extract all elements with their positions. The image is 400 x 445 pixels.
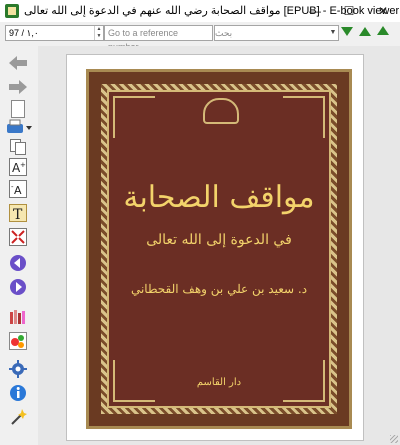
book-page: مواقف الصحابة في الدعوة إلى الله تعالى د… [66, 54, 364, 441]
forward-arrow-icon[interactable] [9, 78, 27, 96]
app-book-icon [5, 4, 19, 18]
toc-icon[interactable] [9, 332, 27, 350]
chevron-down-icon[interactable]: ▼ [328, 26, 338, 40]
search-placeholder: بحث [215, 28, 233, 38]
top-ornament [203, 98, 239, 124]
library-icon[interactable] [9, 308, 27, 326]
wand-icon[interactable] [9, 408, 27, 426]
reader-area[interactable]: مواقف الصحابة في الدعوة إلى الله تعالى د… [38, 46, 400, 445]
copy-icon[interactable] [9, 138, 27, 156]
find-next-icon[interactable] [341, 27, 353, 36]
close-button[interactable]: ✕ [366, 0, 400, 22]
info-icon[interactable] [9, 384, 27, 402]
spin-arrows-icon[interactable]: ▲ ▼ [94, 26, 103, 40]
corner-ornament [283, 96, 325, 138]
svg-text:T: T [13, 207, 23, 222]
cover-title: مواقف الصحابة [123, 180, 315, 215]
font-smaller-icon[interactable]: A- [9, 180, 27, 198]
resize-grip[interactable] [390, 435, 398, 443]
print-icon[interactable] [6, 118, 32, 136]
title-bar: مواقف الصحابة رضي الله عنهم في الدعوة إل… [0, 0, 400, 23]
previous-page-icon[interactable] [9, 254, 27, 272]
svg-text:A: A [14, 184, 22, 197]
cover-publisher-logo: دار القاسم [196, 377, 242, 388]
position-spinbox[interactable]: 97 / ١,٠ ▲ ▼ [5, 25, 104, 41]
reference-input[interactable]: Go to a reference number... [104, 25, 213, 52]
top-toolbar: 97 / ١,٠ ▲▼ Go to a reference number... … [0, 22, 400, 52]
fullscreen-icon[interactable] [9, 228, 27, 246]
find-previous-icon[interactable] [359, 27, 371, 36]
preferences-icon[interactable] [9, 360, 27, 378]
left-toolbar: A + A- T [0, 46, 36, 445]
book-cover-image: مواقف الصحابة في الدعوة إلى الله تعالى د… [86, 69, 352, 429]
cover-subtitle: في الدعوة إلى الله تعالى [146, 232, 292, 248]
position-value: 97 / ١,٠ [9, 28, 39, 38]
blank-page-icon[interactable] [9, 100, 27, 118]
search-input[interactable]: بحث ▼ [214, 25, 339, 41]
maximize-button[interactable]: ☐ [332, 0, 366, 22]
cover-panel: مواقف الصحابة في الدعوة إلى الله تعالى د… [107, 90, 331, 408]
find-up-icon[interactable] [377, 26, 389, 35]
back-arrow-icon[interactable] [9, 54, 27, 72]
svg-text:+: + [20, 161, 26, 169]
text-icon[interactable]: T [9, 204, 27, 222]
minimize-button[interactable]: — [298, 0, 332, 22]
corner-ornament [113, 96, 155, 138]
next-page-icon[interactable] [9, 278, 27, 296]
cover-author: د. سعيد بن علي بن وهف القحطاني [130, 282, 308, 296]
font-larger-icon[interactable]: A + [9, 158, 27, 176]
